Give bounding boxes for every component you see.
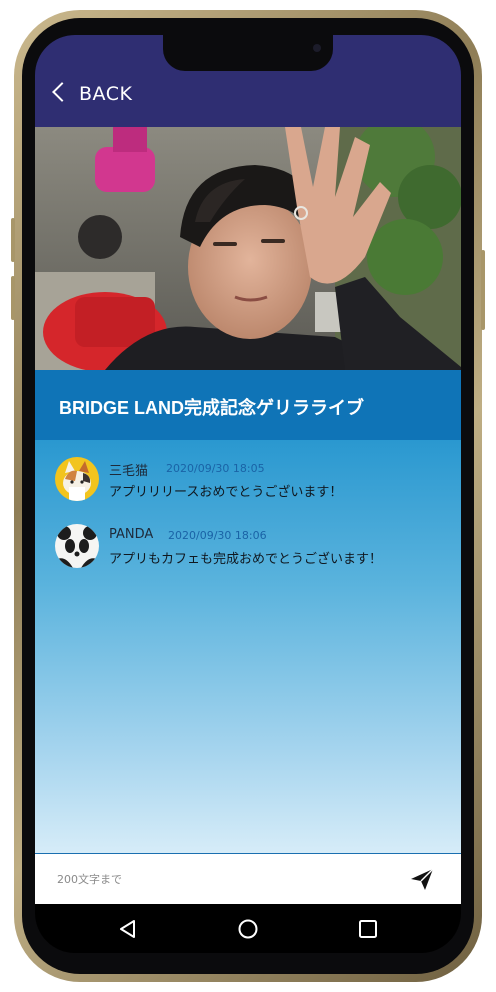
comment-username: PANDA	[109, 527, 154, 542]
video-frame	[35, 127, 461, 370]
back-button[interactable]: BACK	[43, 73, 153, 111]
system-nav-bar	[35, 904, 461, 953]
volume-button	[11, 276, 15, 320]
nav-back-button[interactable]	[117, 918, 139, 940]
panda-avatar	[55, 524, 99, 568]
calico-cat-avatar	[55, 457, 99, 501]
live-title: BRIDGE LAND完成記念ゲリラライブ	[59, 398, 364, 418]
square-recents-icon	[359, 920, 377, 938]
comment-item: 三毛猫 2020/09/30 18:05 アプリリリースおめでとうございます！	[35, 457, 461, 503]
comment-input-bar	[35, 853, 461, 905]
nav-home-button[interactable]	[237, 918, 259, 940]
send-button[interactable]	[407, 866, 437, 892]
comment-text: アプリもカフェも完成おめでとうございます！	[109, 552, 383, 567]
live-video-player[interactable]	[35, 127, 461, 370]
comment-timestamp: 2020/09/30 18:06	[168, 529, 267, 542]
circle-home-icon	[238, 919, 258, 939]
nav-recents-button[interactable]	[357, 918, 379, 940]
comment-item: PANDA 2020/09/30 18:06 アプリもカフェも完成おめでとうござ…	[35, 524, 461, 570]
back-label: BACK	[79, 83, 133, 105]
chevron-left-icon	[52, 82, 72, 102]
triangle-back-icon	[120, 920, 135, 938]
power-button	[481, 250, 485, 330]
camera-notch	[163, 35, 333, 71]
header-bar: BACK	[35, 35, 461, 127]
comment-username: 三毛猫	[109, 464, 149, 479]
paper-plane-icon	[411, 868, 434, 890]
volume-button	[11, 218, 15, 262]
comment-timestamp: 2020/09/30 18:05	[166, 462, 265, 475]
comment-list: 三毛猫 2020/09/30 18:05 アプリリリースおめでとうございます！ …	[35, 440, 461, 853]
comment-input[interactable]	[57, 866, 377, 892]
live-title-bar: BRIDGE LAND完成記念ゲリラライブ	[35, 370, 461, 440]
comment-text: アプリリリースおめでとうございます！	[109, 485, 343, 500]
phone-screen: BACK BRIDGE LAND完成記念ゲリラライブ 三毛猫 2020/09/3…	[35, 35, 461, 953]
